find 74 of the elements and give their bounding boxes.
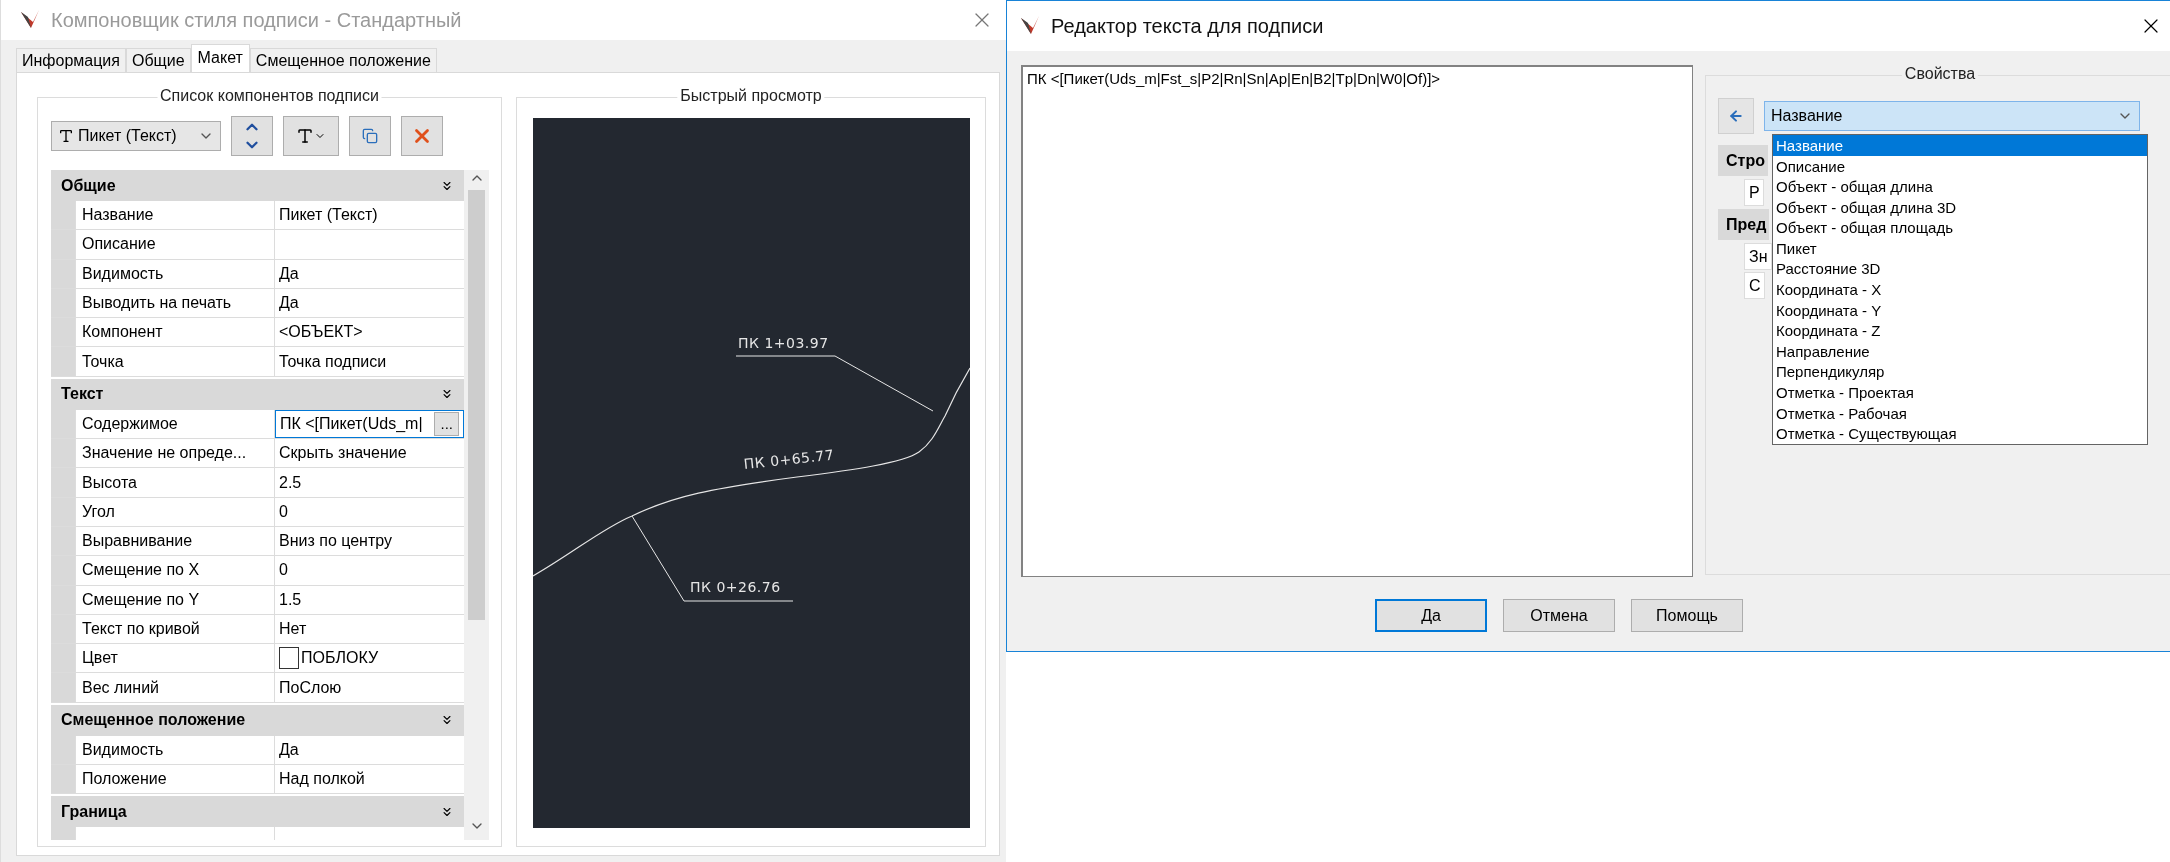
property-name: Компонент <box>75 318 275 347</box>
tab[interactable]: Смещенное положение <box>249 48 437 72</box>
category-header[interactable]: Общие <box>51 170 464 201</box>
tab[interactable]: Общие <box>125 48 191 72</box>
left-arrow-icon <box>1728 108 1744 125</box>
tab[interactable]: Макет <box>190 44 250 72</box>
property-value: Да <box>275 735 464 765</box>
color-swatch <box>279 647 299 670</box>
add-text-component-button[interactable] <box>283 116 339 156</box>
move-up-down-button[interactable] <box>231 116 273 156</box>
copy-icon <box>362 128 378 144</box>
property-name: Видимость <box>75 259 275 288</box>
delete-button[interactable] <box>401 116 443 156</box>
browse-button[interactable]: ... <box>434 411 459 436</box>
property-value-field[interactable]: ПК <[Пикет(Uds_m| ... <box>275 409 464 439</box>
copy-button[interactable] <box>349 116 391 156</box>
text-editor-field[interactable]: ПК <[Пикет(Uds_m|Fst_s|P2|Rn|Sn|Ap|En|B2|Tp|Dn|W0|Of)]> <box>1021 65 1693 578</box>
property-name: Видимость <box>75 735 275 765</box>
group-title: Быстрый просмотр <box>677 87 825 105</box>
category-header[interactable]: Текст <box>51 378 464 410</box>
property-value: <ОБЪЕКТ> <box>275 318 464 347</box>
text-style-icon <box>58 128 74 144</box>
category-header[interactable]: Граница <box>51 796 464 828</box>
property-name: Положение <box>75 765 275 794</box>
property-name: Точка <box>75 347 275 376</box>
insert-button[interactable] <box>1718 98 1754 135</box>
property-value: 2.5 <box>275 468 464 497</box>
dialog-button[interactable]: Помощь <box>1631 599 1743 633</box>
category-header[interactable]: Пред <box>1718 209 1770 241</box>
property-value: 0 <box>275 497 464 526</box>
property-name: Содержимое <box>75 409 275 439</box>
dialog-button[interactable]: Отмена <box>1503 599 1615 633</box>
property-name: Выравнивание <box>75 526 275 556</box>
dropdown-option[interactable]: Название <box>1773 135 2147 156</box>
property-name: Р <box>1744 179 1764 207</box>
scrollbar[interactable] <box>464 170 489 840</box>
category-header[interactable]: Стро <box>1718 145 1768 177</box>
property-value: Нет <box>275 614 464 644</box>
component-select[interactable]: Пикет (Текст) <box>51 121 221 151</box>
property-name: Смещение по X <box>75 556 275 585</box>
property-name: Описание <box>75 230 275 259</box>
window-title: Редактор текста для подписи <box>1051 14 1325 38</box>
property-name: Высота <box>75 468 275 497</box>
property-name: Значение не опреде... <box>75 439 275 468</box>
property-name: Название <box>75 201 275 230</box>
property-name: Выводить на печать <box>75 288 275 318</box>
station-label: ПК 1+03.97 <box>735 335 934 412</box>
group-title: Список компонентов подписи <box>157 87 382 105</box>
property-value: Да <box>275 259 464 288</box>
property-value: Скрыть значение <box>275 439 464 468</box>
property-name: Зн <box>1744 243 1772 271</box>
window-title: Компоновщик стиля подписи - Стандартный <box>51 8 463 32</box>
text-style-icon <box>296 127 314 145</box>
property-value: 0 <box>275 556 464 585</box>
station-label: ПК 0+26.76 <box>631 515 794 602</box>
property-name: Вес линий <box>75 673 275 702</box>
property-value: ПоСлою <box>275 673 464 702</box>
property-name: Смещение по Y <box>75 585 275 614</box>
category-header[interactable]: Смещенное положение <box>51 704 464 736</box>
property-value: Пикет (Текст) <box>275 201 464 230</box>
property-value: Вниз по центру <box>275 526 464 556</box>
tab[interactable]: Информация <box>16 48 126 72</box>
property-name: Цвет <box>75 644 275 673</box>
property-value: ПОБЛОКУ <box>301 649 379 668</box>
property-value: Да <box>275 288 464 318</box>
property-value: 1.5 <box>275 585 464 614</box>
property-value: Точка подписи <box>275 347 464 376</box>
station-label: ПК 0+65.77 <box>743 446 835 472</box>
property-name: Угол <box>75 497 275 526</box>
dialog-button[interactable]: Да <box>1375 599 1487 633</box>
property-name: С <box>1744 272 1765 300</box>
property-select[interactable]: Название <box>1764 101 2140 132</box>
property-name: Текст по кривой <box>75 614 275 644</box>
property-value: Над полкой <box>275 765 464 794</box>
